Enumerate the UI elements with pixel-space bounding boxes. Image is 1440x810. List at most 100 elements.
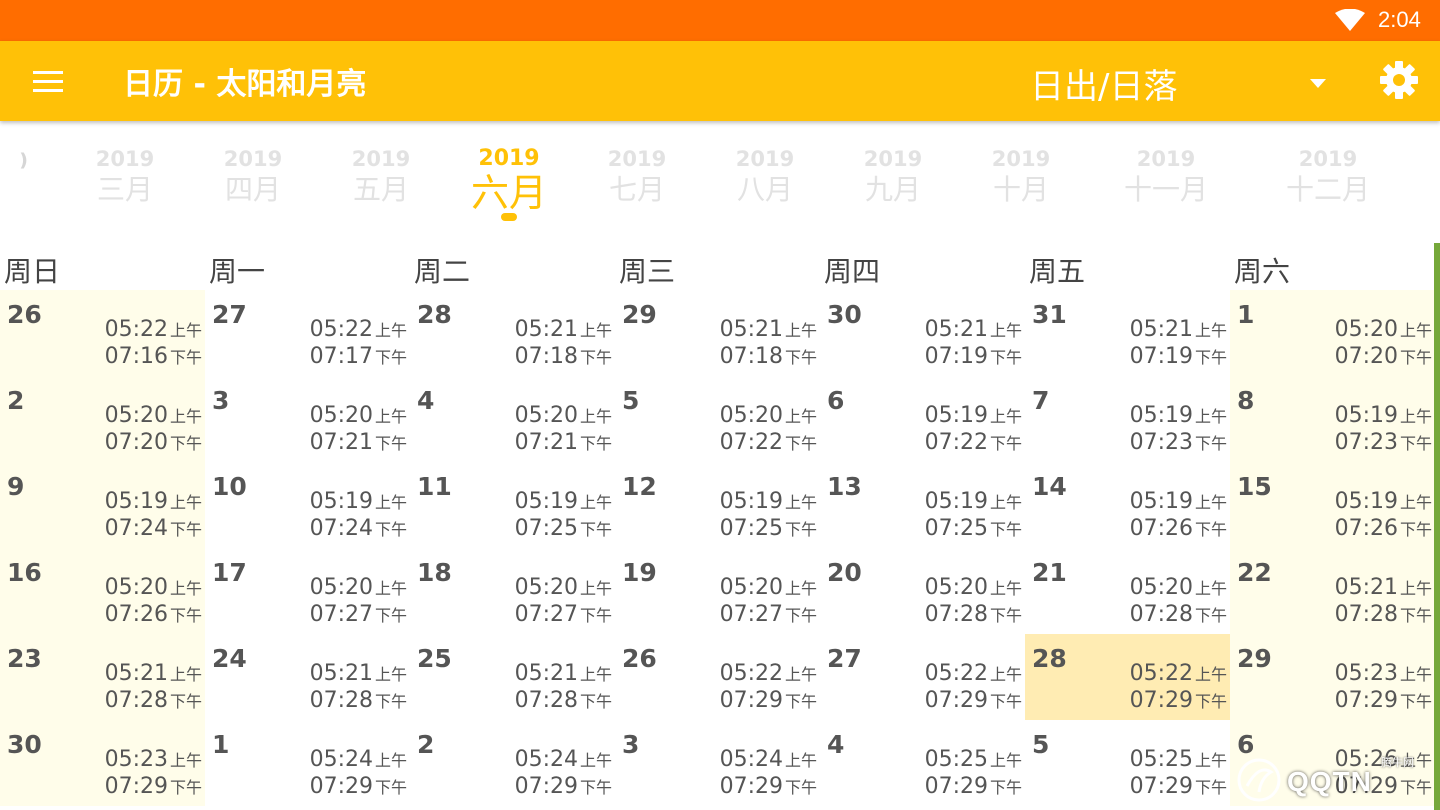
sunset-value: 07:29 xyxy=(1129,688,1193,713)
sunset-value: 07:27 xyxy=(719,602,783,627)
day-cell[interactable]: 7 05:19 上午 07:23 下午 xyxy=(1025,376,1230,462)
day-number: 15 xyxy=(1237,472,1272,501)
pm-label: 下午 xyxy=(989,434,1022,453)
day-cell[interactable]: 29 05:21 上午 07:18 下午 xyxy=(615,290,820,376)
day-cell[interactable]: 11 05:19 上午 07:25 下午 xyxy=(410,462,615,548)
day-number: 21 xyxy=(1032,558,1067,587)
sunrise-time: 05:19 上午 xyxy=(105,489,202,514)
sunrise-value: 05:19 xyxy=(309,489,373,514)
sunrise-value: 05:21 xyxy=(514,317,578,342)
am-label: 上午 xyxy=(1399,407,1432,426)
day-number: 31 xyxy=(1032,300,1067,329)
day-cell[interactable]: 6 05:19 上午 07:22 下午 xyxy=(820,376,1025,462)
sunset-time: 07:28 下午 xyxy=(105,688,202,713)
sunset-value: 07:17 xyxy=(309,344,373,369)
day-cell[interactable]: 15 05:19 上午 07:26 下午 xyxy=(1230,462,1435,548)
day-cell[interactable]: 5 05:20 上午 07:22 下午 xyxy=(615,376,820,462)
day-cell[interactable]: 31 05:21 上午 07:19 下午 xyxy=(1025,290,1230,376)
day-cell[interactable]: 8 05:19 上午 07:23 下午 xyxy=(1230,376,1435,462)
pm-label: 下午 xyxy=(1194,520,1227,539)
sunrise-time: 05:22 上午 xyxy=(310,317,407,342)
sunrise-value: 05:20 xyxy=(309,575,373,600)
day-cell[interactable]: 13 05:19 上午 07:25 下午 xyxy=(820,462,1025,548)
sunset-time: 07:25 下午 xyxy=(720,516,817,541)
day-number: 16 xyxy=(7,558,42,587)
month-tab[interactable]: 2019 四月 xyxy=(224,145,282,207)
sunrise-time: 05:20 上午 xyxy=(925,575,1022,600)
day-cell[interactable]: 2 05:20 上午 07:20 下午 xyxy=(0,376,205,462)
sunrise-value: 05:19 xyxy=(514,489,578,514)
month-tab[interactable]: 2019 七月 xyxy=(608,145,666,207)
gear-icon[interactable] xyxy=(1378,59,1420,101)
sunset-time: 07:18 下午 xyxy=(720,344,817,369)
menu-icon[interactable] xyxy=(28,63,68,99)
day-cell[interactable]: 26 05:22 上午 07:29 下午 xyxy=(615,634,820,720)
day-cell[interactable]: 28 05:22 上午 07:29 下午 xyxy=(1025,634,1230,720)
day-cell[interactable]: 2 05:24 上午 07:29 下午 xyxy=(410,720,615,806)
calendar-grid: 26 05:22 上午 07:16 下午 27 05:22 上午 07:17 下午 28 05:21 上… xyxy=(0,290,1435,810)
day-cell[interactable]: 27 05:22 上午 07:17 下午 xyxy=(205,290,410,376)
day-cell[interactable]: 27 05:22 上午 07:29 下午 xyxy=(820,634,1025,720)
month-tab[interactable]: 2019 九月 xyxy=(864,145,922,207)
month-strip: 2019 三月 2019 四月 2019 五月 2019 六月 2019 七月 2019 八月 2019… xyxy=(0,121,1440,241)
sunrise-time: 05:19 上午 xyxy=(1130,403,1227,428)
month-tab[interactable]: 2019 八月 xyxy=(736,145,794,207)
day-cell[interactable]: 4 05:20 上午 07:21 下午 xyxy=(410,376,615,462)
month-tab[interactable]: 2019 六月 xyxy=(471,145,547,221)
month-tab-year: 2019 xyxy=(478,146,540,171)
day-cell[interactable]: 1 05:20 上午 07:20 下午 xyxy=(1230,290,1435,376)
day-cell[interactable]: 12 05:19 上午 07:25 下午 xyxy=(615,462,820,548)
sunset-time: 07:29 下午 xyxy=(1335,688,1432,713)
day-cell[interactable]: 30 05:23 上午 07:29 下午 xyxy=(0,720,205,806)
day-cell[interactable]: 14 05:19 上午 07:26 下午 xyxy=(1025,462,1230,548)
day-cell[interactable]: 5 05:25 上午 07:29 下午 xyxy=(1025,720,1230,806)
month-tab[interactable]: 2019 十一月 xyxy=(1124,145,1208,207)
day-cell[interactable]: 23 05:21 上午 07:28 下午 xyxy=(0,634,205,720)
sunrise-value: 05:25 xyxy=(1129,747,1193,772)
sunrise-value: 05:20 xyxy=(1129,575,1193,600)
month-tab[interactable]: 2019 三月 xyxy=(96,145,154,207)
day-cell[interactable]: 18 05:20 上午 07:27 下午 xyxy=(410,548,615,634)
sunset-value: 07:29 xyxy=(104,774,168,799)
am-label: 上午 xyxy=(1399,579,1432,598)
day-number: 11 xyxy=(417,472,452,501)
mode-selector[interactable]: 日出/日落 xyxy=(1030,59,1177,108)
month-tab[interactable]: 2019 十二月 xyxy=(1286,145,1370,207)
day-cell[interactable]: 9 05:19 上午 07:24 下午 xyxy=(0,462,205,548)
sunrise-time: 05:23 上午 xyxy=(105,747,202,772)
month-tab[interactable]: 2019 十月 xyxy=(992,145,1050,207)
sunset-value: 07:18 xyxy=(719,344,783,369)
day-number: 30 xyxy=(827,300,862,329)
day-number: 23 xyxy=(7,644,42,673)
day-cell[interactable]: 17 05:20 上午 07:27 下午 xyxy=(205,548,410,634)
day-cell[interactable]: 29 05:23 上午 07:29 下午 xyxy=(1230,634,1435,720)
day-cell[interactable]: 24 05:21 上午 07:28 下午 xyxy=(205,634,410,720)
day-cell[interactable]: 3 05:20 上午 07:21 下午 xyxy=(205,376,410,462)
day-cell[interactable]: 25 05:21 上午 07:28 下午 xyxy=(410,634,615,720)
sunrise-value: 05:24 xyxy=(514,747,578,772)
day-cell[interactable]: 21 05:20 上午 07:28 下午 xyxy=(1025,548,1230,634)
month-tab-label: 六月 xyxy=(470,171,548,215)
sunset-value: 07:29 xyxy=(719,688,783,713)
sunset-time: 07:23 下午 xyxy=(1335,430,1432,455)
day-number: 18 xyxy=(417,558,452,587)
day-cell[interactable]: 30 05:21 上午 07:19 下午 xyxy=(820,290,1025,376)
month-tab-year: 2019 xyxy=(1136,147,1196,171)
day-cell[interactable]: 19 05:20 上午 07:27 下午 xyxy=(615,548,820,634)
day-cell[interactable]: 28 05:21 上午 07:18 下午 xyxy=(410,290,615,376)
day-cell[interactable]: 22 05:21 上午 07:28 下午 xyxy=(1230,548,1435,634)
arrow-drop-down-icon[interactable] xyxy=(1298,69,1338,99)
day-cell[interactable]: 4 05:25 上午 07:29 下午 xyxy=(820,720,1025,806)
sunset-value: 07:23 xyxy=(1334,430,1398,455)
month-tab[interactable]: 2019 五月 xyxy=(352,145,410,207)
am-label: 上午 xyxy=(374,751,407,770)
day-cell[interactable]: 10 05:19 上午 07:24 下午 xyxy=(205,462,410,548)
day-cell[interactable]: 26 05:22 上午 07:16 下午 xyxy=(0,290,205,376)
sunrise-value: 05:22 xyxy=(1129,661,1193,686)
day-cell[interactable]: 20 05:20 上午 07:28 下午 xyxy=(820,548,1025,634)
day-cell[interactable]: 16 05:20 上午 07:26 下午 xyxy=(0,548,205,634)
day-cell[interactable]: 3 05:24 上午 07:29 下午 xyxy=(615,720,820,806)
day-cell[interactable]: 1 05:24 上午 07:29 下午 xyxy=(205,720,410,806)
watermark-subtext: 腾牛网 xyxy=(1381,756,1414,769)
sunrise-time: 05:19 上午 xyxy=(925,489,1022,514)
